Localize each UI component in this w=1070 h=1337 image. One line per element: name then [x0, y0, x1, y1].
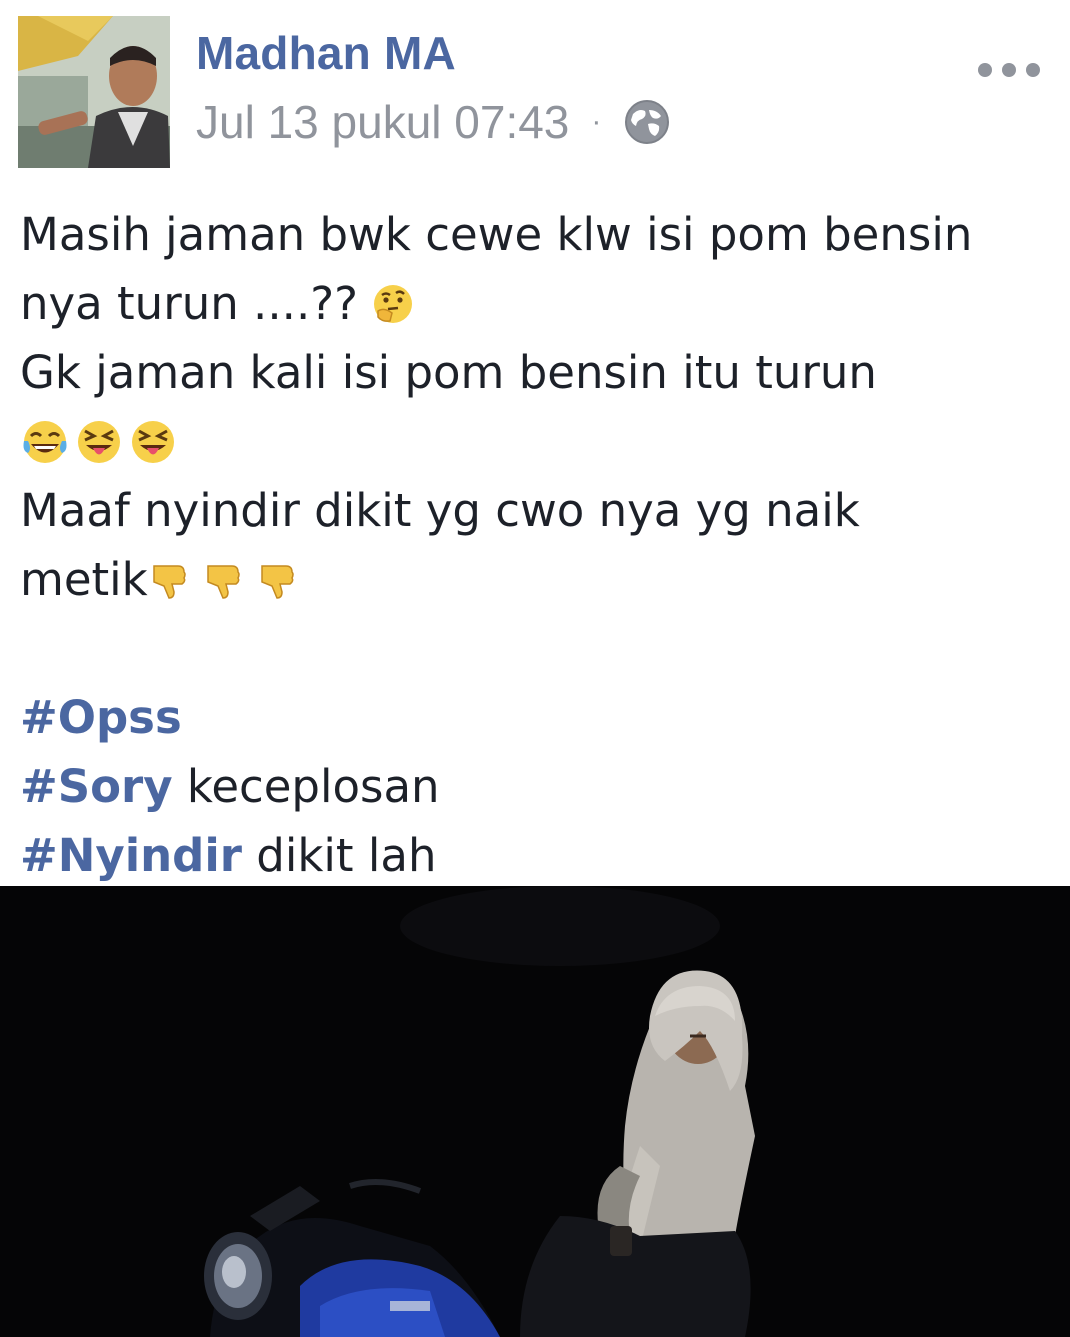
post-text: nya turun ....?? — [20, 277, 359, 330]
hashtag-line: #Sory keceplosan — [20, 752, 1050, 821]
meta-separator: · — [591, 105, 602, 138]
hashtag-link[interactable]: #Opss — [20, 683, 182, 752]
tears-of-joy-emoji — [23, 420, 67, 463]
hashtag-text: dikit lah — [242, 829, 437, 882]
squinting-tongue-emoji — [132, 420, 174, 463]
post-meta: Jul 13 pukul 07:43 · — [196, 94, 671, 150]
thinking-face-emoji — [374, 284, 413, 323]
squinting-tongue-emoji — [78, 420, 120, 463]
avatar[interactable] — [18, 16, 170, 168]
post-line: Maaf nyindir dikit yg cwo nya yg naik — [20, 476, 1050, 545]
hashtag-text: keceplosan — [172, 760, 440, 813]
hashtag-line: #Opss — [20, 683, 1050, 752]
post-timestamp[interactable]: Jul 13 pukul 07:43 — [196, 95, 569, 149]
more-options-icon[interactable] — [978, 62, 1040, 78]
more-dot — [1002, 63, 1016, 77]
post-body: Masih jaman bwk cewe klw isi pom bensin … — [20, 200, 1050, 890]
post-line: metik — [20, 545, 1050, 614]
facebook-post: Madhan MA Jul 13 pukul 07:43 · Masih jam… — [0, 0, 1070, 1337]
thumbs-down-emoji — [206, 564, 240, 599]
hashtag-link[interactable]: #Sory — [20, 752, 173, 821]
post-line: nya turun ....?? — [20, 269, 1050, 338]
thumbs-down-emoji — [260, 564, 294, 599]
post-line: Gk jaman kali isi pom bensin itu turun — [20, 338, 1050, 407]
post-line: Masih jaman bwk cewe klw isi pom bensin — [20, 200, 1050, 269]
hashtag-line: #Nyindir dikit lah — [20, 821, 1050, 890]
post-text: Gk jaman kali isi pom bensin itu turun — [20, 346, 877, 399]
post-photo[interactable] — [0, 886, 1070, 1337]
thumbs-down-emoji — [152, 564, 186, 599]
post-text: metik — [20, 553, 148, 606]
post-text: Maaf nyindir dikit yg cwo nya yg naik — [20, 484, 860, 537]
more-dot — [1026, 63, 1040, 77]
more-dot — [978, 63, 992, 77]
author-name[interactable]: Madhan MA — [196, 26, 456, 80]
emoji-line — [20, 407, 1050, 476]
post-text: Masih jaman bwk cewe klw isi pom bensin — [20, 208, 973, 261]
hashtag-link[interactable]: #Nyindir — [20, 821, 242, 890]
globe-icon[interactable] — [623, 98, 671, 146]
